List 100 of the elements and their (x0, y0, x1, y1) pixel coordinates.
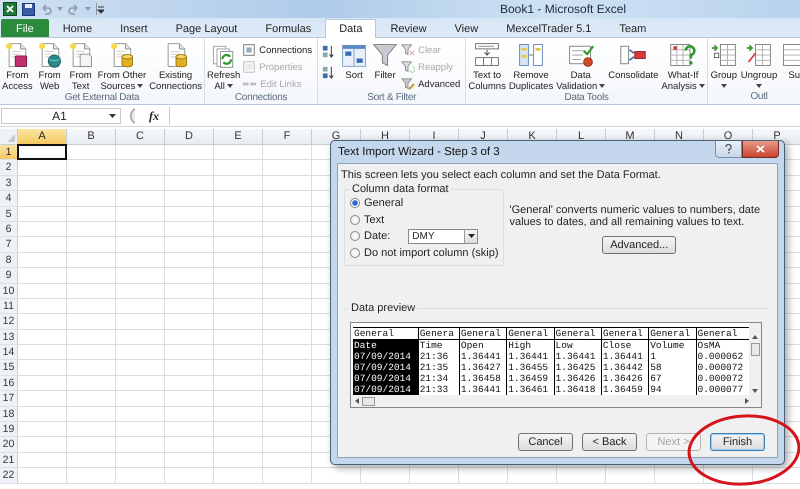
row-header[interactable]: 3 (0, 176, 18, 192)
format-header[interactable]: General (506, 328, 554, 340)
row-header[interactable]: 8 (0, 252, 18, 268)
option-label[interactable]: Date: (364, 230, 390, 242)
row-header[interactable]: 12 (0, 314, 18, 330)
ribbon-button[interactable]: Filter (370, 41, 400, 81)
option-label[interactable]: General (364, 197, 404, 210)
save-icon[interactable] (22, 2, 35, 16)
column-header[interactable]: C (116, 129, 165, 145)
column-header[interactable]: B (67, 129, 116, 145)
row-header[interactable]: 18 (0, 406, 18, 422)
ribbon-button[interactable]: Text to Columns (467, 41, 507, 92)
sort-ascending-icon[interactable] (321, 44, 336, 59)
ribbon-button[interactable]: From Access (1, 41, 34, 92)
dropdown-button[interactable] (464, 230, 478, 243)
ribbon-button[interactable]: Existing Connections (148, 41, 203, 92)
advanced-button[interactable]: Advanced... (602, 236, 676, 254)
dialog-button[interactable]: < Back (582, 433, 637, 451)
ribbon-button[interactable]: Connections (242, 42, 316, 58)
ribbon-button[interactable]: From Text (66, 41, 96, 92)
row-header[interactable]: 17 (0, 391, 18, 407)
row-header[interactable]: 19 (0, 422, 18, 438)
row-header[interactable]: 14 (0, 345, 18, 360)
close-button[interactable] (742, 141, 779, 158)
format-header[interactable]: General (554, 328, 602, 340)
ribbon-tab[interactable]: Team (605, 19, 660, 37)
column-header[interactable]: F (263, 129, 312, 145)
date-format-dropdown[interactable]: DMY (408, 228, 478, 244)
scrollbar-thumb[interactable] (362, 396, 375, 406)
row-header[interactable]: 16 (0, 376, 18, 392)
table-cell: 07/09/2014 (353, 362, 418, 373)
ribbon-tab[interactable]: Review (376, 19, 441, 37)
table-cell: 21:34 (418, 373, 460, 384)
ribbon-button[interactable]: From Web (34, 41, 65, 92)
group-label: Sort & Filter (366, 92, 418, 104)
file-menu-tab[interactable]: File (1, 19, 49, 37)
table-cell: 21:35 (418, 362, 460, 373)
ribbon-button[interactable]: Su (779, 41, 800, 81)
row-header[interactable]: 15 (0, 360, 18, 376)
ribbon-button[interactable]: Ungroup (740, 41, 778, 88)
row-header[interactable]: 10 (0, 284, 18, 299)
vertical-scrollbar[interactable] (749, 323, 761, 395)
active-cell[interactable] (17, 144, 67, 160)
table-cell: 1.36459 (506, 373, 554, 384)
row-header[interactable]: 4 (0, 191, 18, 207)
format-header[interactable]: General (601, 328, 649, 340)
insert-function-button[interactable]: fx (143, 108, 165, 124)
format-header[interactable]: Genera (418, 328, 460, 340)
ribbon-tab[interactable]: Insert (106, 19, 162, 37)
format-header[interactable]: General (459, 328, 507, 340)
row-header[interactable]: 11 (0, 298, 18, 314)
ribbon-tab[interactable]: MexcelTrader 5.1 (492, 19, 606, 37)
row-header[interactable]: 9 (0, 268, 18, 284)
ribbon-button[interactable]: Remove Duplicates (508, 41, 554, 92)
ribbon-tab[interactable]: Home (48, 19, 106, 37)
ribbon-button[interactable]: From Other Sources (96, 41, 148, 92)
scroll-down-arrow-icon[interactable] (752, 389, 758, 393)
ribbon-button[interactable]: Refresh All (206, 41, 242, 92)
ribbon-tab[interactable]: Formulas (251, 19, 326, 37)
row-header[interactable]: 7 (0, 237, 18, 253)
row-header[interactable]: 13 (0, 330, 18, 346)
ribbon-button[interactable]: Advanced (401, 76, 464, 92)
ribbon-button[interactable]: Data Validation (555, 41, 606, 92)
help-button[interactable] (715, 141, 742, 158)
row-header[interactable]: 21 (0, 452, 18, 468)
format-header[interactable]: General (648, 328, 696, 340)
horizontal-scrollbar[interactable] (351, 395, 761, 407)
row-header[interactable]: 20 (0, 437, 18, 453)
column-header[interactable]: E (214, 129, 263, 145)
scrollbar-thumb[interactable] (750, 343, 760, 356)
ribbon-tab[interactable]: View (440, 19, 492, 37)
table-cell: Time (418, 340, 460, 351)
dialog-button[interactable]: Cancel (518, 433, 573, 451)
radio-button[interactable] (350, 248, 360, 258)
row-header[interactable]: 6 (0, 222, 18, 238)
option-label[interactable]: Text (364, 214, 384, 226)
row-header[interactable]: 22 (0, 468, 18, 484)
scroll-left-arrow-icon[interactable] (355, 398, 359, 404)
option-label[interactable]: Do not import column (skip) (364, 246, 498, 259)
customize-toolbar-icon[interactable] (96, 3, 104, 15)
radio-button[interactable] (350, 214, 360, 225)
column-header[interactable]: A (18, 129, 67, 145)
ribbon-button[interactable]: Consolidate (607, 41, 660, 81)
ribbon-tab[interactable]: Page Layout (162, 19, 252, 37)
group-label: Outl (749, 91, 769, 104)
name-box[interactable]: A1 (1, 108, 121, 124)
radio-button[interactable] (350, 198, 360, 208)
dialog-button[interactable]: Finish (710, 433, 765, 451)
row-header[interactable]: 5 (0, 206, 18, 222)
ribbon-button[interactable]: Sort (339, 41, 370, 81)
ribbon-button[interactable]: Group (708, 41, 739, 88)
scroll-up-arrow-icon[interactable] (752, 335, 758, 339)
row-header[interactable]: 1 (0, 145, 18, 160)
row-header[interactable]: 2 (0, 160, 18, 176)
column-header[interactable]: D (165, 129, 214, 145)
scroll-right-arrow-icon[interactable] (745, 398, 749, 404)
ribbon-button[interactable]: What-If Analysis (660, 41, 706, 92)
ribbon-tab[interactable]: Data (325, 19, 376, 38)
radio-button[interactable] (350, 231, 360, 242)
sort-descending-icon[interactable] (321, 65, 336, 80)
